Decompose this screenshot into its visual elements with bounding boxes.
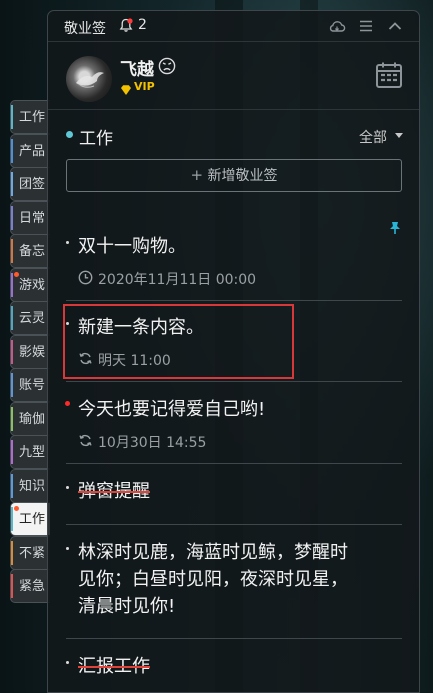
side-tab-13-active[interactable]: 工作	[10, 502, 50, 536]
side-tab-label: 知识	[19, 478, 46, 494]
note-text-done: 汇报工作	[78, 656, 150, 677]
notes-panel: 敬业签 2 飞越 VIP 工作 全部 + 新增敬业签 双十一购物。 2020年1…	[47, 10, 420, 693]
note-divider	[66, 638, 402, 639]
side-tab-label: 备忘	[19, 244, 46, 259]
chevron-down-icon[interactable]	[395, 133, 403, 138]
title-bar: 敬业签 2	[48, 11, 419, 42]
cloud-sync-icon[interactable]	[328, 17, 346, 35]
bell-icon[interactable]	[119, 18, 133, 33]
side-tab-label: 账号	[19, 378, 46, 393]
side-tab-11[interactable]: 九型	[10, 435, 50, 469]
category-color-dot	[66, 131, 73, 138]
side-tab-label: 云灵	[19, 311, 46, 326]
side-tab-label: 产品	[19, 143, 46, 159]
repeat-icon	[79, 434, 92, 447]
side-tab-3[interactable]: 团签	[10, 167, 50, 201]
menu-icon[interactable]	[357, 17, 375, 35]
add-note-label: 新增敬业签	[207, 168, 278, 184]
header-divider	[48, 109, 419, 110]
side-tab-9[interactable]: 账号	[10, 368, 50, 402]
side-tab-label: 九型	[19, 445, 46, 460]
side-tab-8[interactable]: 影娱	[10, 334, 50, 369]
bullet	[66, 547, 69, 550]
unread-dot	[14, 271, 19, 277]
collapse-icon[interactable]	[386, 17, 404, 35]
note-text-line: 见你；白昼时见阳，夜深时见星，	[78, 569, 348, 590]
vip-label: VIP	[134, 80, 155, 93]
note-time: 10月30日 14:55	[98, 435, 207, 451]
note-text-done: 弹窗提醒	[78, 481, 150, 502]
add-note-button[interactable]: + 新增敬业签	[66, 159, 402, 192]
side-tab-label: 工作	[19, 110, 46, 125]
note-divider	[66, 524, 402, 525]
note-text: 双十一购物。	[78, 236, 186, 257]
side-tab-12[interactable]: 知识	[10, 468, 50, 503]
plus-icon: +	[190, 166, 204, 184]
note-item[interactable]: 林深时见鹿，海蓝时见鲸，梦醒时 见你；白昼时见阳，夜深时见星， 清晨时见你!	[66, 539, 402, 623]
side-tab-label: 不紧	[19, 545, 46, 561]
side-tab-14[interactable]: 不紧	[10, 535, 50, 570]
note-divider	[66, 463, 402, 464]
bullet	[66, 241, 69, 244]
note-item[interactable]: 弹窗提醒	[66, 478, 402, 508]
diamond-icon	[121, 85, 131, 95]
side-tab-5[interactable]: 备忘	[10, 234, 50, 268]
note-text: 今天也要记得爱自己哟!	[78, 399, 266, 420]
note-item[interactable]: 今天也要记得爱自己哟! 10月30日 14:55	[65, 396, 402, 456]
note-text-line: 清晨时见你!	[78, 596, 176, 617]
side-tab-label: 日常	[19, 210, 46, 226]
vip-badge: VIP	[120, 80, 155, 95]
angry-face-icon	[158, 57, 176, 75]
note-text-line: 林深时见鹿，海蓝时见鲸，梦醒时	[78, 542, 348, 563]
side-tab-label: 游戏	[19, 277, 46, 293]
bullet	[66, 661, 69, 664]
side-tab-7[interactable]: 云灵	[10, 301, 50, 335]
clock-icon	[78, 270, 93, 285]
highlight-frame	[63, 304, 294, 379]
note-time: 2020年11月11日 00:00	[98, 272, 257, 288]
note-item[interactable]: 双十一购物。 2020年11月11日 00:00	[66, 233, 402, 293]
filter-dropdown[interactable]: 全部	[359, 127, 387, 147]
bullet	[66, 486, 69, 489]
side-tab-1[interactable]: 工作	[10, 100, 50, 134]
avatar-bird-icon	[76, 72, 104, 88]
app-title: 敬业签	[64, 21, 106, 37]
category-side-tabs: 工作 产品 团签 日常 备忘 游戏 云灵 影娱 账号 瑜伽 九型 知识 工作 不…	[10, 100, 50, 603]
username: 飞越	[120, 60, 154, 80]
side-tab-label: 瑜伽	[19, 411, 46, 427]
avatar[interactable]	[66, 56, 112, 102]
side-tab-label: 影娱	[19, 344, 46, 360]
note-divider	[66, 381, 402, 382]
side-tab-label: 紧急	[19, 579, 46, 594]
side-tab-15[interactable]: 紧急	[10, 569, 50, 603]
note-item[interactable]: 汇报工作	[66, 653, 402, 683]
side-tab-2[interactable]: 产品	[10, 133, 50, 168]
side-tab-10[interactable]: 瑜伽	[10, 401, 50, 436]
side-tab-4[interactable]: 日常	[10, 200, 50, 235]
notification-count: 2	[138, 17, 147, 33]
unread-red-dot	[65, 401, 70, 406]
calendar-icon[interactable]	[375, 61, 403, 89]
side-tab-label: 工作	[19, 512, 46, 527]
note-divider	[66, 300, 402, 301]
category-title: 工作	[79, 129, 113, 149]
unread-dot	[14, 506, 19, 511]
side-tab-label: 团签	[19, 177, 46, 192]
side-tab-6[interactable]: 游戏	[10, 267, 50, 302]
